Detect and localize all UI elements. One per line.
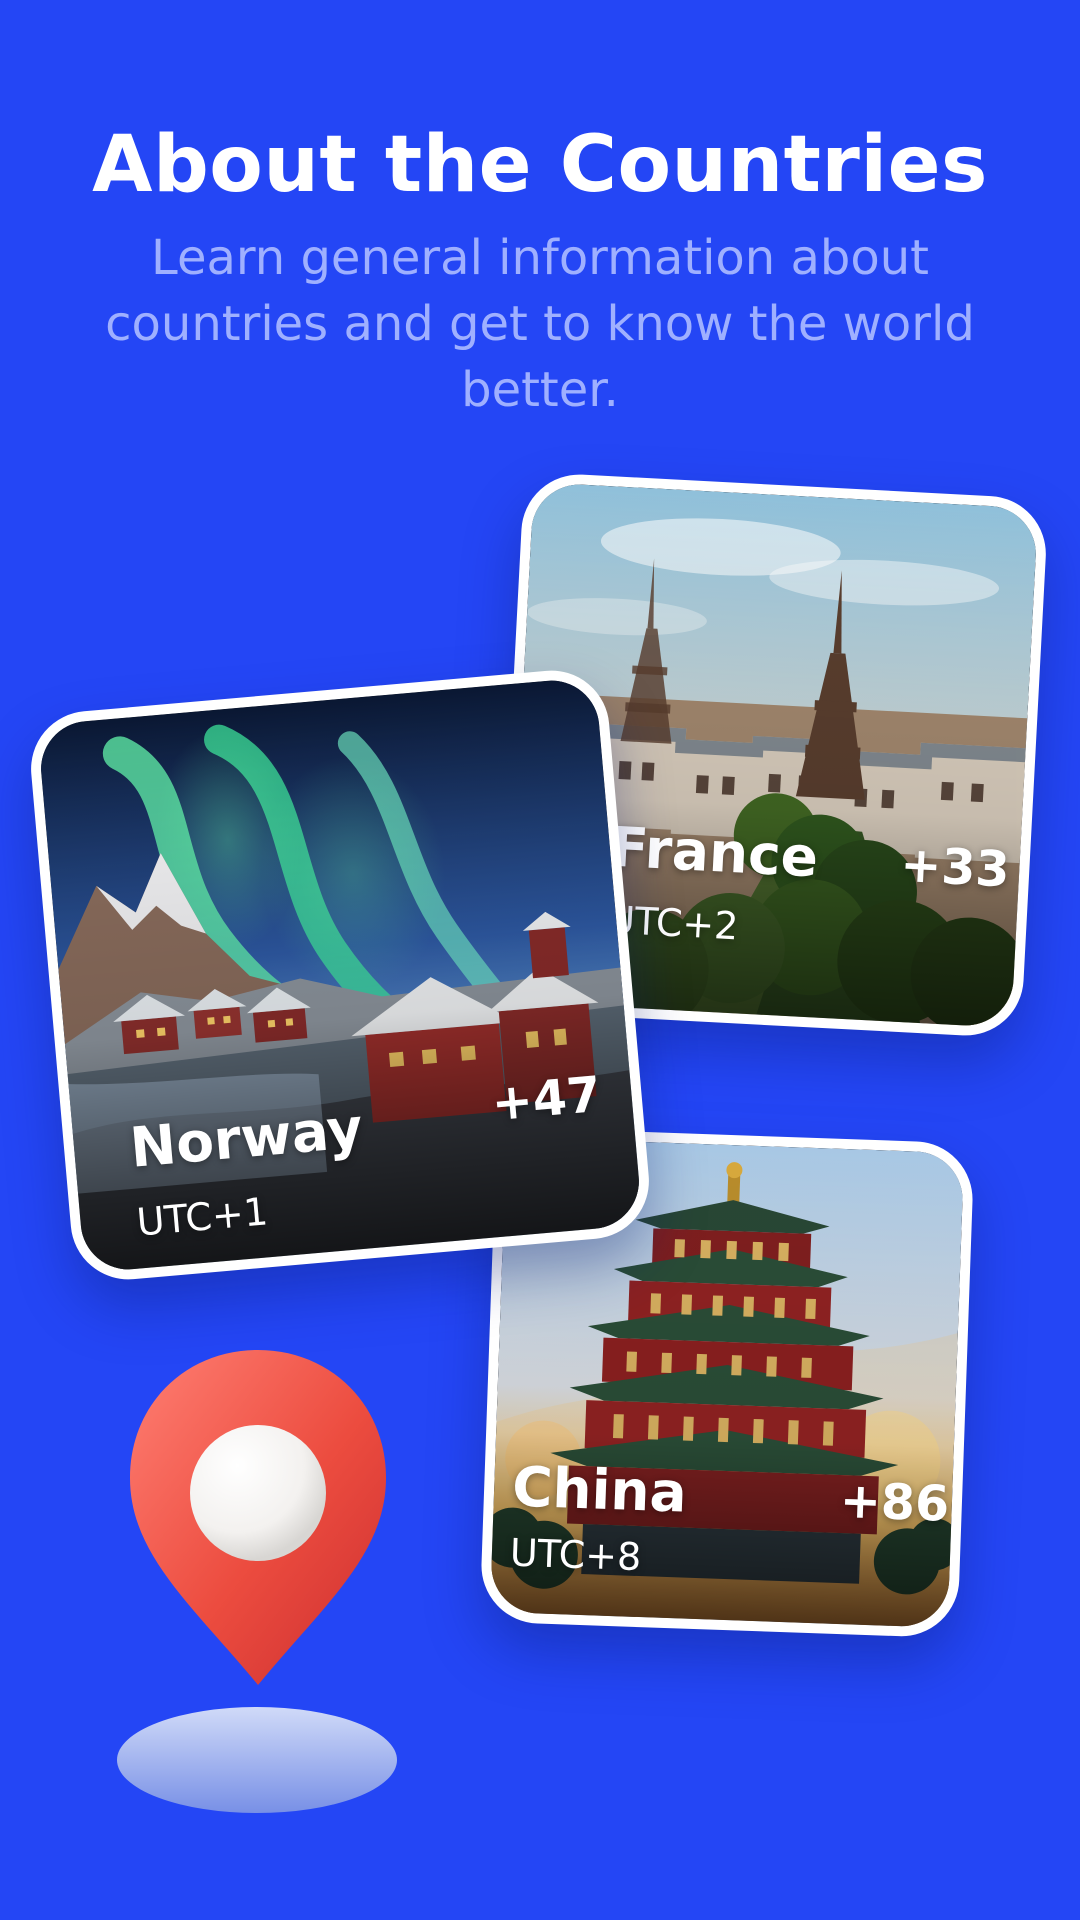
timezone-label: UTC+1 [134,1189,270,1245]
country-card-norway[interactable]: Norway UTC+1 +47 [26,665,654,1285]
northern-lights-icon [37,676,643,1274]
dial-code-label: +86 [838,1472,951,1533]
page-subtitle: Learn general information about countrie… [105,230,975,419]
country-name: France [609,814,820,890]
page-title: About the Countries [92,120,988,210]
dial-code-label: +33 [898,835,1012,899]
timezone-label: UTC+8 [509,1530,642,1580]
map-pin-icon [112,1330,412,1830]
dial-code-label: +47 [489,1065,604,1133]
country-name: China [511,1454,688,1525]
